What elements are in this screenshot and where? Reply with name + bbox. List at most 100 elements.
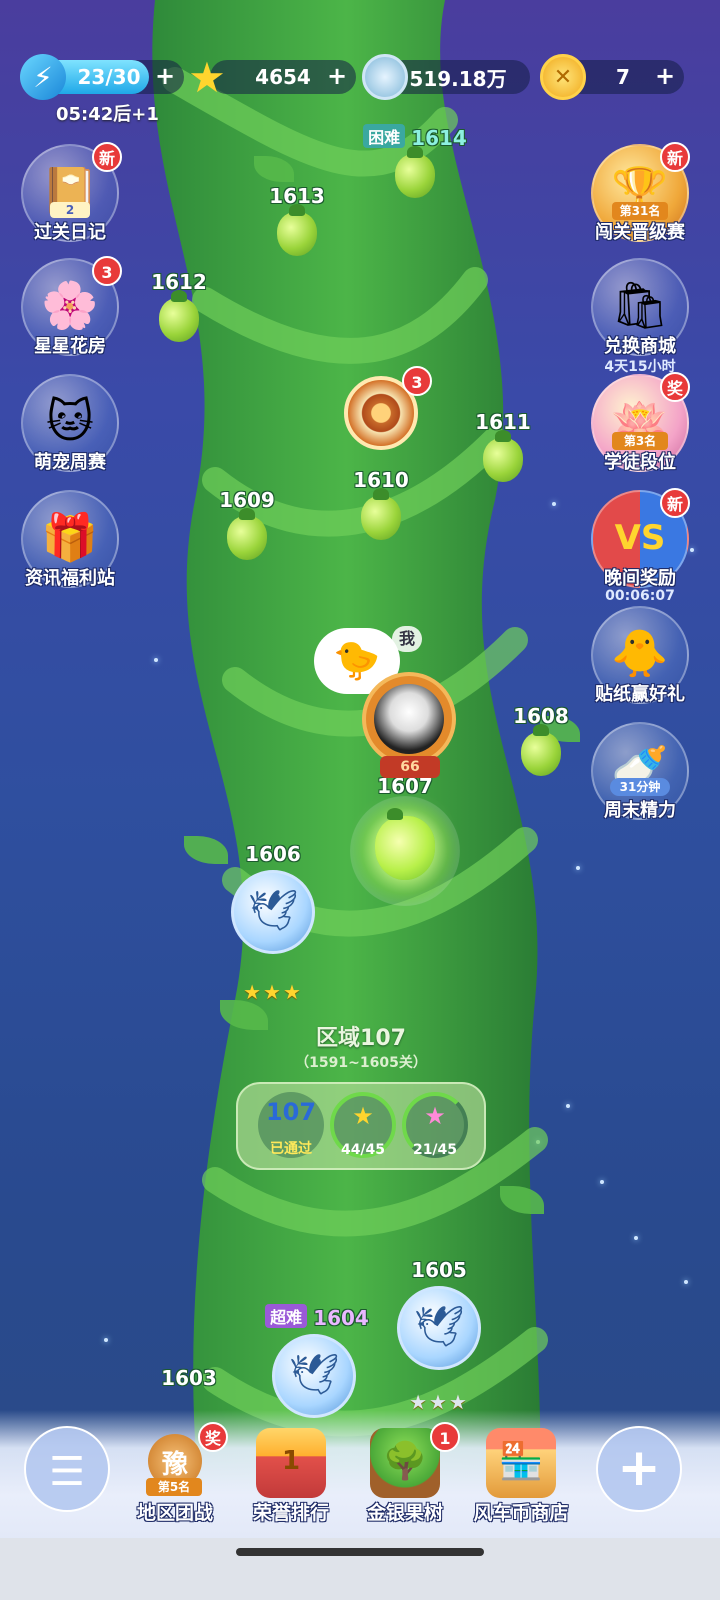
cleared-label: 已通过 [270,1141,312,1157]
count-badge: 3 [92,256,122,286]
wheel-count-badge: 3 [402,366,432,396]
region-panel[interactable]: 区域107 （1591~1605关） 107 已通过 ★ 44/45 ★ 21/… [236,1020,486,1180]
region-star-stat: ★ 44/45 [330,1092,396,1158]
level-number: 1604 [313,1306,369,1330]
stars-value: 4654 [255,65,311,89]
reward-badge: 奖 [198,1422,228,1452]
silver-coin-icon [362,54,408,100]
energy-value: 23/30 [77,65,141,89]
pet-weekly-contest-button[interactable]: 🐱 萌宠周赛 [20,374,120,484]
reward-badge: 奖 [660,372,690,402]
crane-medal-icon: 🕊 [272,1334,356,1418]
resource-bar: 23/30 + ⚡ 4654 + ★ 519.18万 7 + ✕ [20,53,700,102]
count-badge: 1 [430,1422,460,1452]
bulb-icon [361,488,401,540]
button-label: 周末精力 [604,800,676,821]
star-icon: ★ [352,1102,374,1130]
region-title: 区域107 [316,1026,406,1051]
level-node[interactable]: 1613 [262,184,332,256]
button-label: 学徒段位 [604,452,676,473]
honor-ranking-button[interactable]: 1 荣誉排行 [236,1428,346,1538]
time-tag: 31分钟 [610,778,670,796]
crane-medal-icon: 🕊 [231,870,315,954]
bulb-icon [395,146,435,198]
evening-reward-button[interactable]: VS 新 晚间奖励 00:06:07 [590,488,690,604]
button-label: 资讯福利站 [25,568,115,589]
tickets-value: 7 [616,65,630,89]
bulb-icon [227,508,267,560]
player-avatar[interactable] [362,672,456,766]
crane-medal-icon: 🕊 [397,1286,481,1370]
region-cleared-stat: 107 已通过 [258,1092,324,1158]
clear-diary-button[interactable]: 📔 新 2 过关日记 [20,142,122,254]
weekend-energy-button[interactable]: 🍼 31分钟 周末精力 [590,722,690,832]
sticker-prize-button[interactable]: 🐥 贴纸赢好礼 [590,606,690,716]
diary-count: 2 [50,202,90,218]
current-level-node[interactable]: 1607 [370,774,440,880]
countdown: 00:06:07 [605,588,675,604]
button-label: 过关日记 [34,222,106,243]
star-flower-house-button[interactable]: 🌸 3 星星花房 [20,256,122,368]
level-node[interactable]: 1608 [506,704,576,776]
add-energy-button[interactable]: + [152,64,178,90]
level-stars: ★★★ [243,980,303,1004]
level-number: 1603 [161,1366,217,1390]
button-label: 晚间奖励 [604,568,676,589]
bulb-icon [483,430,523,482]
bulb-icon [159,290,199,342]
list-icon: ☰ [49,1449,85,1495]
star-icon: ★ [188,52,226,102]
add-button[interactable]: + [596,1426,682,1512]
shop-stall-icon: 🏪 [486,1428,556,1498]
glowing-bulb-icon [375,808,435,880]
rainbow-star-icon: ★ [424,1102,446,1130]
bulb-icon [521,724,561,776]
coins-value: 519.18万 [409,66,507,91]
level-node[interactable]: 困难 1614 [360,124,470,198]
home-indicator[interactable] [236,1548,484,1556]
button-label: 贴纸赢好礼 [595,684,685,705]
player-level: 66 [380,756,440,778]
crown-podium-icon: 1 [256,1428,326,1498]
new-badge: 新 [92,142,122,172]
add-stars-button[interactable]: + [324,64,350,90]
money-tree-button[interactable]: 🌳 1 金银果树 [350,1422,460,1538]
avatar-photo [374,684,444,754]
region-rainbow-star-stat: ★ 21/45 [402,1092,468,1158]
nav-label: 金银果树 [366,1502,443,1524]
level-node[interactable]: 1606 🕊 ★★★ [226,842,320,1004]
province-glyph: 豫 [161,1450,188,1480]
level-node[interactable]: 超难 1604 🕊 [262,1304,372,1418]
level-node[interactable]: 1612 [144,270,214,342]
add-tickets-button[interactable]: + [652,64,678,90]
region-range: （1591~1605关） [295,1055,427,1071]
exchange-shop-button[interactable]: 🛍 兑换商城 4天15小时 [590,258,690,375]
star-progress: 44/45 [340,1142,386,1158]
windmill-shop-button[interactable]: 🏪 风车币商店 [466,1428,576,1538]
plus-icon: + [617,1438,661,1498]
button-label: 星星花房 [34,336,106,357]
level-node[interactable]: 1610 [346,468,416,540]
menu-button[interactable]: ☰ [24,1426,110,1512]
button-label: 萌宠周赛 [34,452,106,473]
gold-coin-icon: ✕ [540,54,586,100]
news-welfare-button[interactable]: 🎁 资讯福利站 [20,490,120,600]
level-node[interactable]: 1611 [468,410,538,482]
button-label: 闯关晋级赛 [595,222,685,243]
level-promotion-button[interactable]: 🏆 新 第31名 闯关晋级赛 [590,142,690,254]
regional-battle-button[interactable]: 豫 第5名 奖 地区团战 [120,1422,230,1538]
region-stats: 107 已通过 ★ 44/45 ★ 21/45 [236,1082,486,1170]
apprentice-rank-button[interactable]: 🪷 奖 第3名 学徒段位 [590,372,690,484]
stars-pill[interactable]: 4654 + [210,60,356,94]
level-node[interactable]: 1609 [212,488,282,560]
rank-number: 1 [281,1446,301,1476]
rank-ribbon: 第5名 [146,1478,202,1496]
difficulty-tag: 超难 [265,1304,308,1328]
new-badge: 新 [660,488,690,518]
countdown: 4天15小时 [604,359,676,375]
level-node[interactable]: 1603 [154,1366,224,1390]
rainbow-star-progress: 21/45 [412,1142,458,1158]
me-tag: 我 [392,626,422,652]
energy-timer: 05:42后+1 [56,104,159,125]
level-node[interactable]: 1605 🕊 ★★★ [392,1258,486,1414]
